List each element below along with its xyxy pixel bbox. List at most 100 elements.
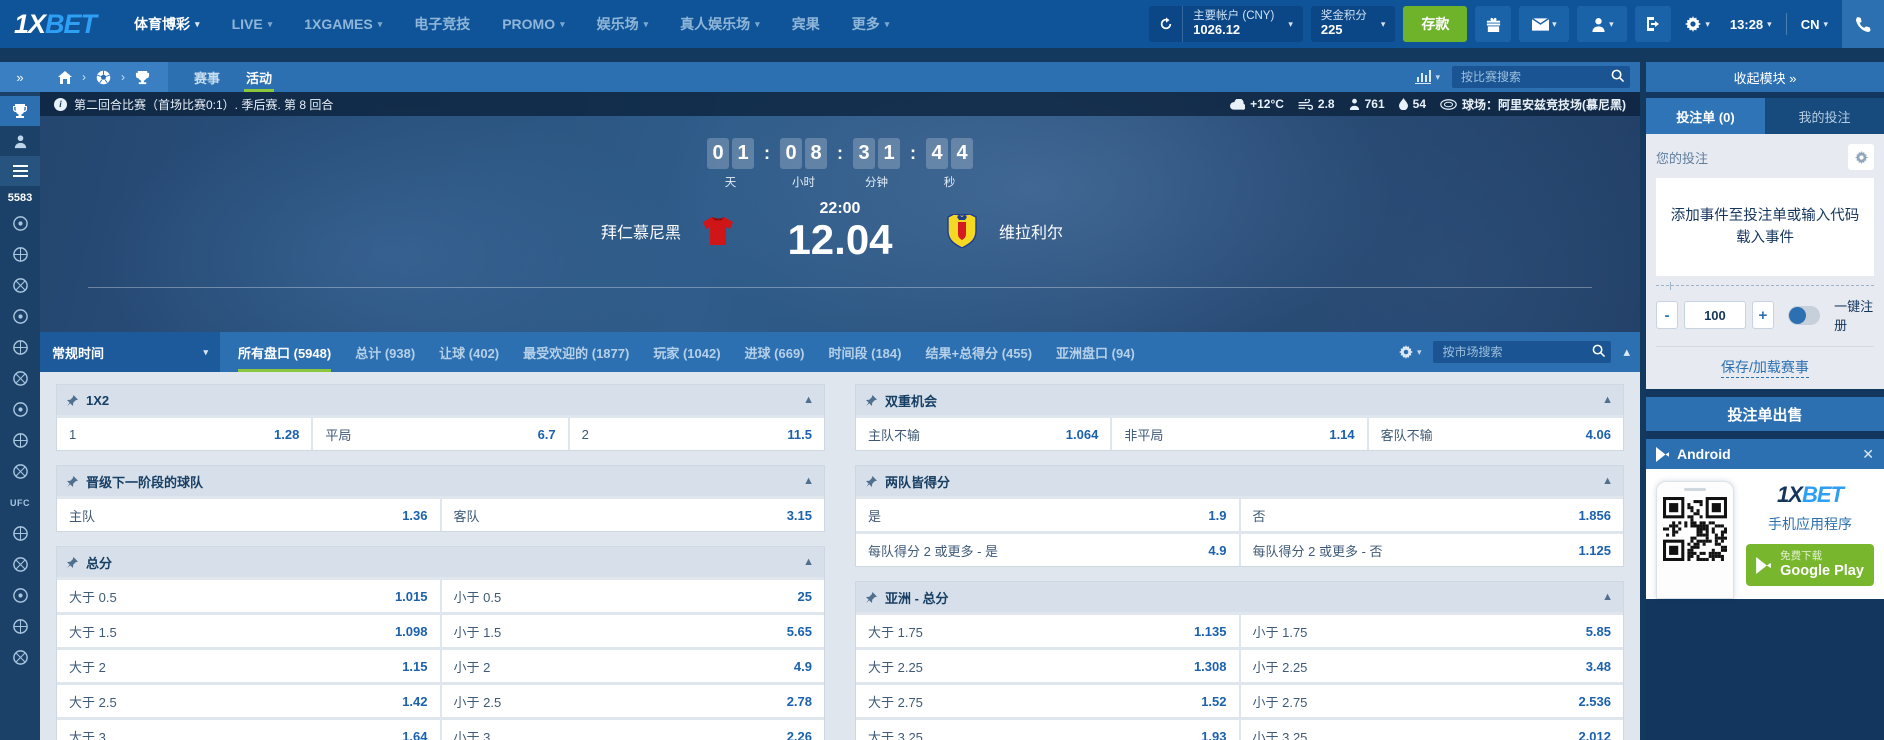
nav-item-体育博彩[interactable]: 体育博彩▾ — [134, 14, 200, 34]
market-settings-button[interactable]: ▾ — [1399, 345, 1422, 359]
gift-button[interactable] — [1475, 6, 1511, 42]
settings-button[interactable]: ▾ — [1679, 16, 1716, 32]
nav-item-1XGAMES[interactable]: 1XGAMES▾ — [304, 16, 382, 32]
rail-item-tournament[interactable] — [0, 96, 40, 126]
language-selector[interactable]: CN ▾ — [1795, 17, 1834, 32]
rail-item-my-events[interactable] — [0, 126, 40, 156]
trophy-icon[interactable] — [135, 70, 150, 85]
close-icon[interactable]: ✕ — [1862, 446, 1874, 463]
account-selector[interactable]: 主要帐户 (CNY) 1026.12 ▾ — [1183, 10, 1303, 38]
save-load-link[interactable]: 保存/加载赛事 — [1721, 359, 1809, 378]
market-tab-玩家 (1042)[interactable]: 玩家 (1042) — [653, 332, 720, 372]
stake-plus-button[interactable]: + — [1752, 301, 1774, 329]
sport-icon-rugby[interactable] — [0, 611, 40, 642]
market-card-header[interactable]: 两队皆得分▲ — [856, 466, 1623, 496]
collapse-all-icon[interactable]: ▴ — [1623, 344, 1630, 360]
deposit-button[interactable]: 存款 — [1403, 6, 1467, 42]
sport-icon-darts[interactable] — [0, 518, 40, 549]
contact-phone-button[interactable] — [1842, 0, 1884, 48]
toolbar-tab-赛事[interactable]: 赛事 — [194, 62, 220, 92]
sport-icon-basketball[interactable] — [0, 270, 40, 301]
odds-cell[interactable]: 大于 1.751.135 — [856, 615, 1239, 647]
nav-item-电子竞技[interactable]: 电子竞技 — [414, 14, 470, 34]
sport-icon-tennis[interactable] — [0, 301, 40, 332]
odds-cell[interactable]: 小于 2.752.536 — [1241, 685, 1624, 717]
nav-item-PROMO[interactable]: PROMO▾ — [502, 16, 564, 32]
odds-cell[interactable]: 大于 0.51.015 — [57, 580, 440, 612]
odds-cell[interactable]: 非平局1.14 — [1112, 418, 1366, 450]
sport-icon-ice-hockey[interactable] — [0, 239, 40, 270]
odds-cell[interactable]: 小于 1.55.65 — [442, 615, 825, 647]
football-icon[interactable] — [96, 70, 111, 85]
home-icon[interactable] — [58, 71, 72, 84]
odds-cell[interactable]: 客队不输4.06 — [1369, 418, 1623, 450]
odds-cell[interactable]: 大于 1.51.098 — [57, 615, 440, 647]
sport-icon-motorsport[interactable] — [0, 580, 40, 611]
market-search-input[interactable] — [1433, 341, 1611, 363]
odds-cell[interactable]: 主队不输1.064 — [856, 418, 1110, 450]
tab-betslip[interactable]: 投注单 (0) — [1646, 98, 1765, 134]
odds-cell[interactable]: 小于 24.9 — [442, 650, 825, 682]
odds-cell[interactable]: 大于 2.251.308 — [856, 650, 1239, 682]
refresh-button[interactable] — [1149, 6, 1183, 42]
odds-cell[interactable]: 小于 2.52.78 — [442, 685, 825, 717]
profile-button[interactable]: ▾ — [1577, 6, 1627, 42]
market-card-header[interactable]: 1X2▲ — [57, 385, 824, 415]
odds-cell[interactable]: 小于 1.755.85 — [1241, 615, 1624, 647]
logout-button[interactable] — [1635, 6, 1671, 42]
google-play-button[interactable]: 免费下载 Google Play — [1746, 544, 1874, 586]
sport-icon-cycling[interactable] — [0, 549, 40, 580]
nav-item-更多[interactable]: 更多▾ — [852, 14, 890, 34]
odds-cell[interactable]: 大于 2.51.42 — [57, 685, 440, 717]
odds-cell[interactable]: 每队得分 2 或更多 - 否1.125 — [1241, 534, 1624, 566]
odds-cell[interactable]: 主队1.36 — [57, 499, 440, 531]
odds-cell[interactable]: 211.5 — [570, 418, 824, 450]
period-dropdown[interactable]: 常规时间 ▾ — [40, 332, 220, 372]
odds-cell[interactable]: 小于 3.252.012 — [1241, 720, 1624, 740]
market-tab-总计 (938)[interactable]: 总计 (938) — [355, 332, 415, 372]
nav-item-娱乐场[interactable]: 娱乐场▾ — [597, 14, 649, 34]
nav-item-真人娱乐场[interactable]: 真人娱乐场▾ — [680, 14, 760, 34]
toolbar-tab-活动[interactable]: 活动 — [246, 62, 272, 92]
collapse-module-button[interactable]: 收起模块 » — [1646, 62, 1884, 92]
search-icon[interactable] — [1592, 344, 1605, 357]
sport-icon-boxing[interactable] — [0, 425, 40, 456]
odds-cell[interactable]: 大于 2.751.52 — [856, 685, 1239, 717]
market-tab-进球 (669)[interactable]: 进球 (669) — [745, 332, 805, 372]
odds-cell[interactable]: 每队得分 2 或更多 - 是4.9 — [856, 534, 1239, 566]
rail-item-menu[interactable] — [0, 156, 40, 186]
odds-cell[interactable]: 小于 32.26 — [442, 720, 825, 740]
messages-button[interactable]: ▾ — [1519, 6, 1569, 42]
market-card-header[interactable]: 总分▲ — [57, 547, 824, 577]
market-tab-最受欢迎的 (1877)[interactable]: 最受欢迎的 (1877) — [523, 332, 629, 372]
search-icon[interactable] — [1611, 69, 1624, 82]
sell-betslip-button[interactable]: 投注单出售 — [1646, 397, 1884, 431]
stake-input[interactable] — [1684, 301, 1746, 329]
odds-cell[interactable]: 11.28 — [57, 418, 311, 450]
market-card-header[interactable]: 双重机会▲ — [856, 385, 1623, 415]
stake-minus-button[interactable]: - — [1656, 301, 1678, 329]
market-tab-结果+总得分 (455)[interactable]: 结果+总得分 (455) — [925, 332, 1032, 372]
odds-cell[interactable]: 大于 31.64 — [57, 720, 440, 740]
featured-odd[interactable]: 12.04 — [787, 218, 892, 262]
odds-cell[interactable]: 平局6.7 — [313, 418, 567, 450]
market-card-header[interactable]: 晋级下一阶段的球队▲ — [57, 466, 824, 496]
market-tab-亚洲盘口 (94)[interactable]: 亚洲盘口 (94) — [1056, 332, 1135, 372]
rail-expand-button[interactable]: » — [0, 62, 40, 92]
odds-cell[interactable]: 小于 2.253.48 — [1241, 650, 1624, 682]
home-team-name[interactable]: 拜仁慕尼黑 — [381, 219, 681, 243]
stats-button[interactable]: ▾ — [1415, 70, 1440, 84]
sport-icon-ufc[interactable]: UFC — [0, 487, 40, 518]
market-tab-让球 (402)[interactable]: 让球 (402) — [439, 332, 499, 372]
away-team-name[interactable]: 维拉利尔 — [999, 219, 1299, 243]
match-search-input[interactable] — [1452, 66, 1630, 88]
odds-cell[interactable]: 大于 3.251.93 — [856, 720, 1239, 740]
market-card-header[interactable]: 亚洲 - 总分▲ — [856, 582, 1623, 612]
one-click-toggle[interactable] — [1788, 306, 1820, 325]
sport-icon-esports[interactable] — [0, 456, 40, 487]
sport-icon-volleyball[interactable] — [0, 332, 40, 363]
market-tab-所有盘口 (5948)[interactable]: 所有盘口 (5948) — [238, 332, 331, 372]
odds-cell[interactable]: 否1.856 — [1241, 499, 1624, 531]
sport-icon-football[interactable] — [0, 208, 40, 239]
logo[interactable]: 1XBET — [14, 9, 96, 40]
